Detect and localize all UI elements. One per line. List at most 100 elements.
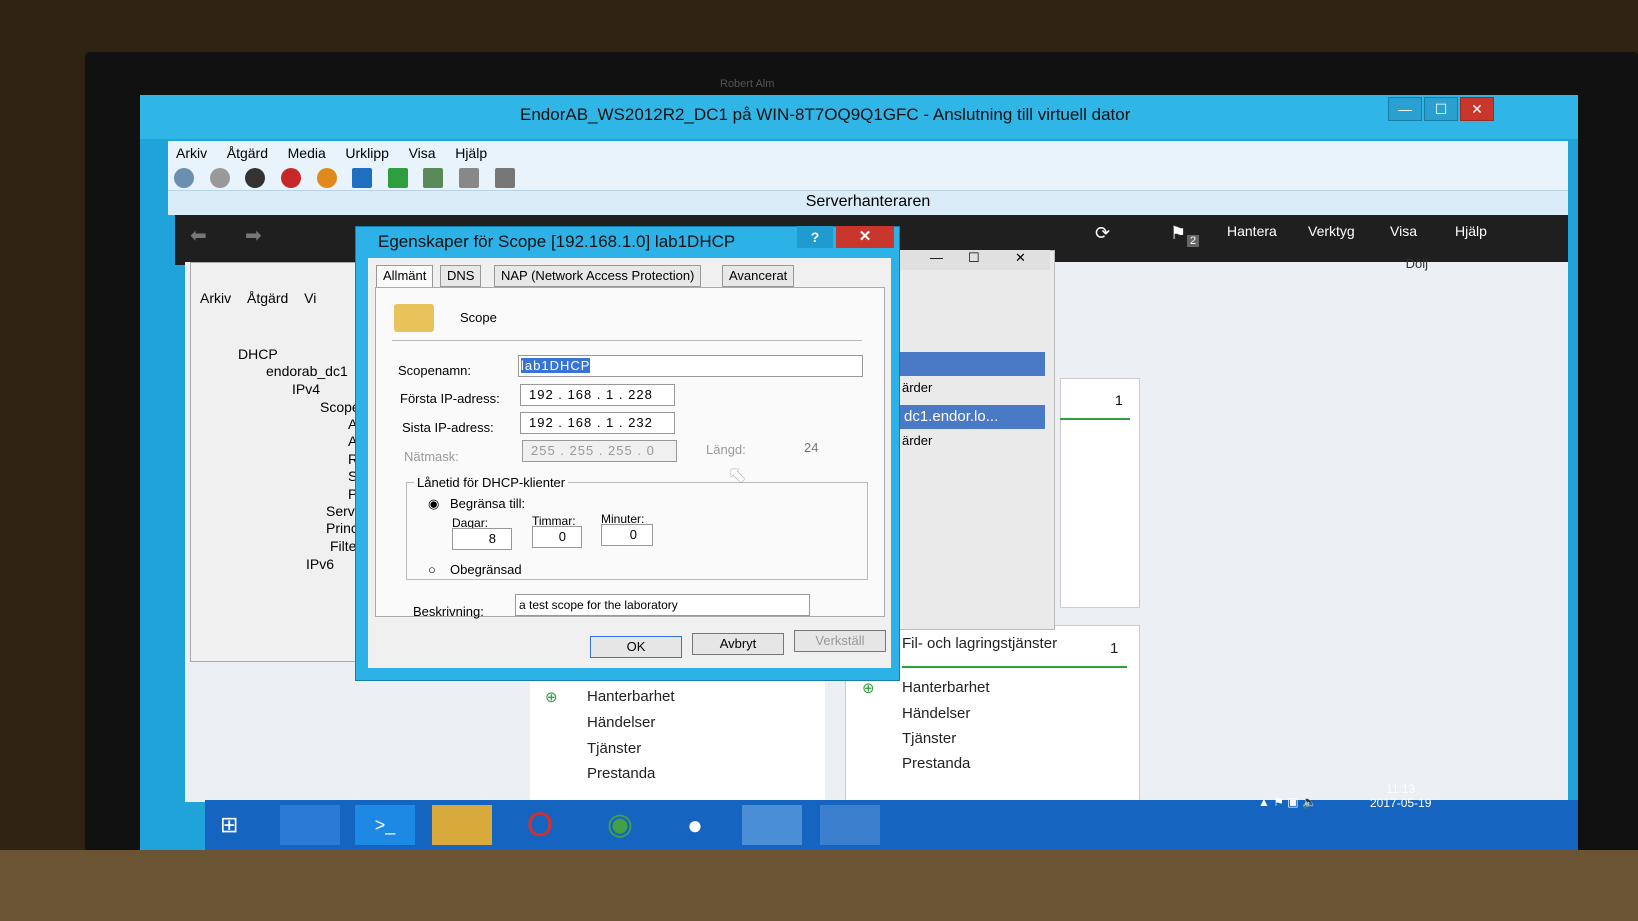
scope-name-value: lab1DHCP — [521, 358, 591, 373]
tile-count: 1 — [1110, 640, 1119, 657]
hyper-v-icon[interactable] — [742, 805, 802, 845]
first-ip-field[interactable]: 192 . 168 . 1 . 228 — [520, 384, 675, 406]
menu-atgard[interactable]: Åtgärd — [247, 290, 288, 306]
pause-icon[interactable] — [352, 168, 373, 188]
menu-atgard[interactable]: Åtgärd — [219, 141, 276, 165]
dialog-close-button[interactable]: ✕ — [836, 226, 894, 248]
clock[interactable]: 11:13 2017-05-19 — [1370, 782, 1431, 810]
menu-verktyg[interactable]: Verktyg — [1308, 223, 1355, 239]
minimize-button[interactable]: — — [1388, 97, 1422, 121]
tray-icons[interactable]: ▲ ⚑ ▣ 🔈 — [1258, 795, 1317, 809]
app-icon[interactable]: ● — [665, 805, 725, 845]
status-bar — [902, 666, 1127, 668]
menu-arkiv[interactable]: Arkiv — [168, 141, 215, 165]
refresh-icon[interactable]: ⟳ — [1095, 223, 1110, 244]
turn-off-icon[interactable] — [245, 168, 266, 188]
vm-toolbar — [168, 165, 1568, 191]
checkpoint-icon[interactable] — [423, 168, 444, 188]
hide-link[interactable]: Dölj — [1406, 256, 1428, 271]
tab-advanced[interactable]: Avancerat — [722, 265, 795, 287]
server-manager-icon[interactable] — [280, 805, 340, 845]
back-icon[interactable]: ⬅ — [190, 223, 207, 248]
menu-visa-sm[interactable]: Visa — [1390, 223, 1417, 239]
revert-icon[interactable] — [459, 168, 479, 188]
roles-tile — [1060, 378, 1140, 608]
hours-stepper[interactable]: 0 — [532, 526, 582, 548]
start-button-icon[interactable]: ⊞ — [220, 812, 238, 838]
tree-scope[interactable]: Scope — [320, 399, 360, 415]
start-icon[interactable] — [209, 168, 230, 188]
tile-right-item[interactable]: Händelser — [902, 705, 970, 722]
tree-server[interactable]: endorab_dc1 — [266, 363, 348, 379]
limit-label: Begränsa till: — [450, 496, 526, 511]
shutdown-icon[interactable] — [280, 168, 301, 188]
divider — [392, 340, 862, 341]
menu-urklipp[interactable]: Urklipp — [337, 141, 397, 165]
scope-header: Scope — [460, 310, 497, 325]
menu-hjalp[interactable]: Hjälp — [447, 141, 495, 165]
description-field[interactable]: a test scope for the laboratory — [515, 594, 810, 616]
scope-name-label: Scopenamn: — [398, 363, 471, 378]
maximize-icon[interactable]: ☐ — [968, 250, 980, 266]
mask-label: Nätmask: — [404, 449, 459, 464]
tile-right-item[interactable]: Prestanda — [902, 755, 970, 772]
bezel-label: Robert Alm — [720, 78, 775, 90]
file-services-title[interactable]: Fil- och lagringstjänster — [902, 635, 1057, 652]
tile-left-item[interactable]: Hanterbarhet — [587, 688, 675, 705]
tab-nap[interactable]: NAP (Network Access Protection) — [494, 265, 702, 287]
server-manager-title: Serverhanteraren — [168, 191, 1568, 215]
apply-button[interactable]: Verkställ — [794, 630, 886, 652]
days-stepper[interactable]: 8 — [452, 528, 512, 550]
vm-connection-icon[interactable] — [820, 805, 880, 845]
actions-item[interactable]: ärder — [902, 433, 932, 448]
tab-general[interactable]: Allmänt — [376, 265, 434, 287]
desk-surface — [0, 850, 1638, 921]
scope-name-field[interactable]: lab1DHCP — [518, 355, 863, 377]
length-value: 24 — [804, 440, 819, 455]
tile-left-item[interactable]: Tjänster — [587, 740, 641, 757]
limit-radio[interactable]: ◉ — [428, 496, 439, 512]
actions-item[interactable]: ärder — [902, 380, 932, 395]
resume-icon[interactable] — [387, 168, 408, 188]
tile-left-item[interactable]: Händelser — [587, 714, 655, 731]
menu-visa[interactable]: Vi — [304, 290, 316, 306]
minutes-stepper[interactable]: 0 — [601, 524, 653, 546]
minimize-icon[interactable]: — — [930, 250, 943, 265]
close-icon[interactable]: ✕ — [1015, 250, 1026, 266]
opera-icon[interactable]: O — [510, 805, 570, 845]
actions-header — [900, 352, 1045, 376]
tile-right-item[interactable]: Hanterbarhet — [902, 679, 990, 696]
tab-dns[interactable]: DNS — [440, 265, 482, 287]
unlimited-radio[interactable]: ○ — [428, 562, 436, 577]
enhanced-session-icon[interactable] — [494, 168, 515, 188]
forward-icon[interactable]: ➡ — [245, 223, 262, 248]
clock-date: 2017-05-19 — [1370, 796, 1432, 810]
last-ip-field[interactable]: 192 . 168 . 1 . 232 — [520, 412, 675, 434]
description-label: Beskrivning: — [413, 604, 484, 619]
chrome-icon[interactable]: ◉ — [590, 805, 650, 845]
tree-ipv6[interactable]: IPv6 — [306, 556, 334, 572]
save-icon[interactable] — [316, 168, 337, 188]
file-explorer-icon[interactable] — [432, 805, 492, 845]
tile-right-item[interactable]: Tjänster — [902, 730, 956, 747]
close-button[interactable]: ✕ — [1460, 97, 1494, 121]
menu-arkiv[interactable]: Arkiv — [200, 290, 231, 306]
menu-hantera[interactable]: Hantera — [1227, 223, 1277, 239]
help-button[interactable]: ? — [797, 226, 833, 248]
menu-hjalp-sm[interactable]: Hjälp — [1455, 223, 1487, 239]
menu-media[interactable]: Media — [280, 141, 334, 165]
cancel-button[interactable]: Avbryt — [692, 633, 784, 655]
maximize-button[interactable]: ☐ — [1424, 97, 1458, 121]
flag-icon[interactable]: ⚑ — [1170, 223, 1186, 244]
tree-dhcp[interactable]: DHCP — [238, 346, 278, 362]
ok-button[interactable]: OK — [590, 636, 682, 658]
length-label: Längd: — [706, 442, 746, 457]
up-arrow-icon: ⊕ — [545, 689, 558, 706]
tree-ipv4[interactable]: IPv4 — [292, 381, 320, 397]
ctrl-alt-del-icon[interactable] — [174, 168, 194, 188]
tile-left — [530, 675, 825, 805]
tile-left-item[interactable]: Prestanda — [587, 765, 655, 782]
lease-group-label: Lånetid för DHCP-klienter — [414, 475, 569, 490]
menu-visa[interactable]: Visa — [401, 141, 444, 165]
powershell-icon[interactable]: >_ — [355, 805, 415, 845]
